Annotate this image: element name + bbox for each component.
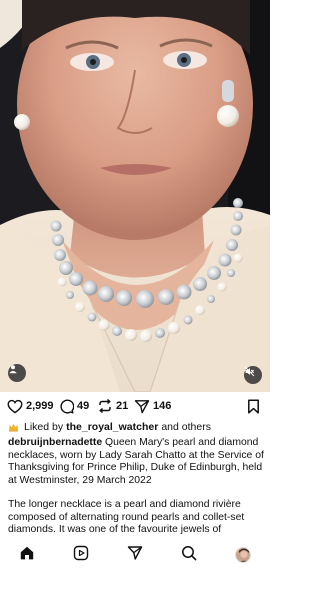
caption-username[interactable]: debruijnbernadette — [8, 437, 102, 448]
post-photo[interactable] — [0, 0, 270, 392]
share-button[interactable]: 146 — [134, 396, 171, 416]
repost-button[interactable]: 21 — [97, 396, 128, 416]
nav-profile[interactable] — [234, 546, 252, 564]
post-caption: debruijnbernadette Queen Mary's pearl an… — [8, 437, 266, 537]
post-action-bar: 2,999 49 21 146 — [0, 396, 270, 416]
bookmark-icon — [247, 398, 260, 414]
heart-icon — [7, 399, 23, 414]
liked-by-username[interactable]: the_royal_watcher — [66, 421, 158, 433]
repost-icon — [97, 398, 113, 414]
post-image — [0, 0, 270, 392]
nav-reels[interactable] — [72, 545, 90, 566]
nav-direct-messages[interactable] — [126, 545, 144, 566]
paper-plane-icon — [127, 545, 143, 566]
reels-icon — [73, 545, 89, 566]
comment-bubble-icon — [59, 399, 74, 414]
reposts-count[interactable]: 21 — [116, 400, 128, 412]
liked-by-prefix: Liked by — [24, 421, 64, 433]
like-button[interactable]: 2,999 — [7, 396, 54, 416]
mute-button[interactable] — [244, 366, 262, 384]
liked-by-line[interactable]: Liked by the_royal_watcher and others — [8, 420, 211, 434]
caption-container: debruijnbernadette Queen Mary's pearl an… — [0, 435, 270, 541]
likes-count[interactable]: 2,999 — [26, 400, 54, 412]
bottom-navigation — [0, 541, 270, 569]
save-button[interactable] — [247, 396, 260, 416]
nav-home[interactable] — [18, 546, 36, 564]
paper-plane-icon — [134, 399, 150, 414]
caption-text-continued: The longer necklace is a pearl and diamo… — [8, 499, 245, 535]
search-icon — [181, 545, 197, 566]
nav-search[interactable] — [180, 545, 198, 566]
liked-by-suffix: and others — [161, 421, 211, 433]
profile-avatar — [235, 547, 251, 563]
comments-count[interactable]: 49 — [77, 400, 89, 412]
home-icon — [19, 545, 35, 566]
shares-count[interactable]: 146 — [153, 400, 171, 412]
comment-button[interactable]: 49 — [59, 396, 89, 416]
tag-people-button[interactable] — [8, 364, 26, 382]
crown-icon — [8, 422, 19, 433]
